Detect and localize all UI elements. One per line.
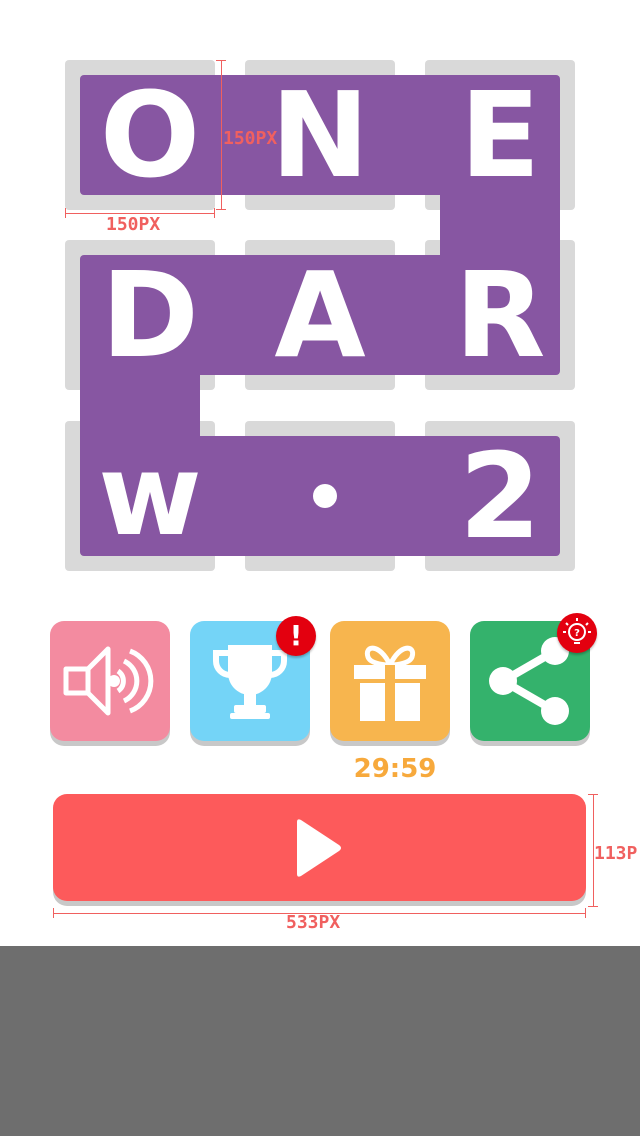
tile-height-label: 150PX (223, 128, 278, 149)
logo-letter-e: E (459, 66, 541, 204)
tile-width-label: 150PX (106, 214, 161, 235)
play-width-label: 533PX (286, 912, 341, 933)
speaker-icon (63, 646, 154, 716)
logo-dot (313, 484, 337, 508)
play-button[interactable] (53, 794, 586, 901)
logo-letter-w: w (98, 431, 202, 561)
gift-button[interactable] (330, 621, 450, 741)
gift-timer: 29:59 (353, 754, 437, 784)
svg-text:?: ? (574, 628, 580, 639)
leaderboard-alert-badge: ! (276, 616, 316, 656)
trophy-icon (213, 645, 287, 719)
logo-letter-r: R (454, 246, 546, 384)
logo-letter-a: A (274, 246, 366, 384)
play-height-label: 113P (594, 843, 638, 864)
gift-icon (354, 645, 426, 721)
lightbulb-question-icon: ? (563, 618, 591, 644)
sound-button[interactable] (50, 621, 170, 741)
logo-digit-2: 2 (458, 427, 542, 565)
share-hint-badge: ? (557, 613, 597, 653)
play-icon (296, 818, 341, 877)
logo-letter-n: N (270, 66, 370, 204)
logo-letter-o: O (99, 66, 201, 204)
logo-letter-d: D (101, 246, 199, 384)
bottom-banner-area (0, 946, 640, 1136)
